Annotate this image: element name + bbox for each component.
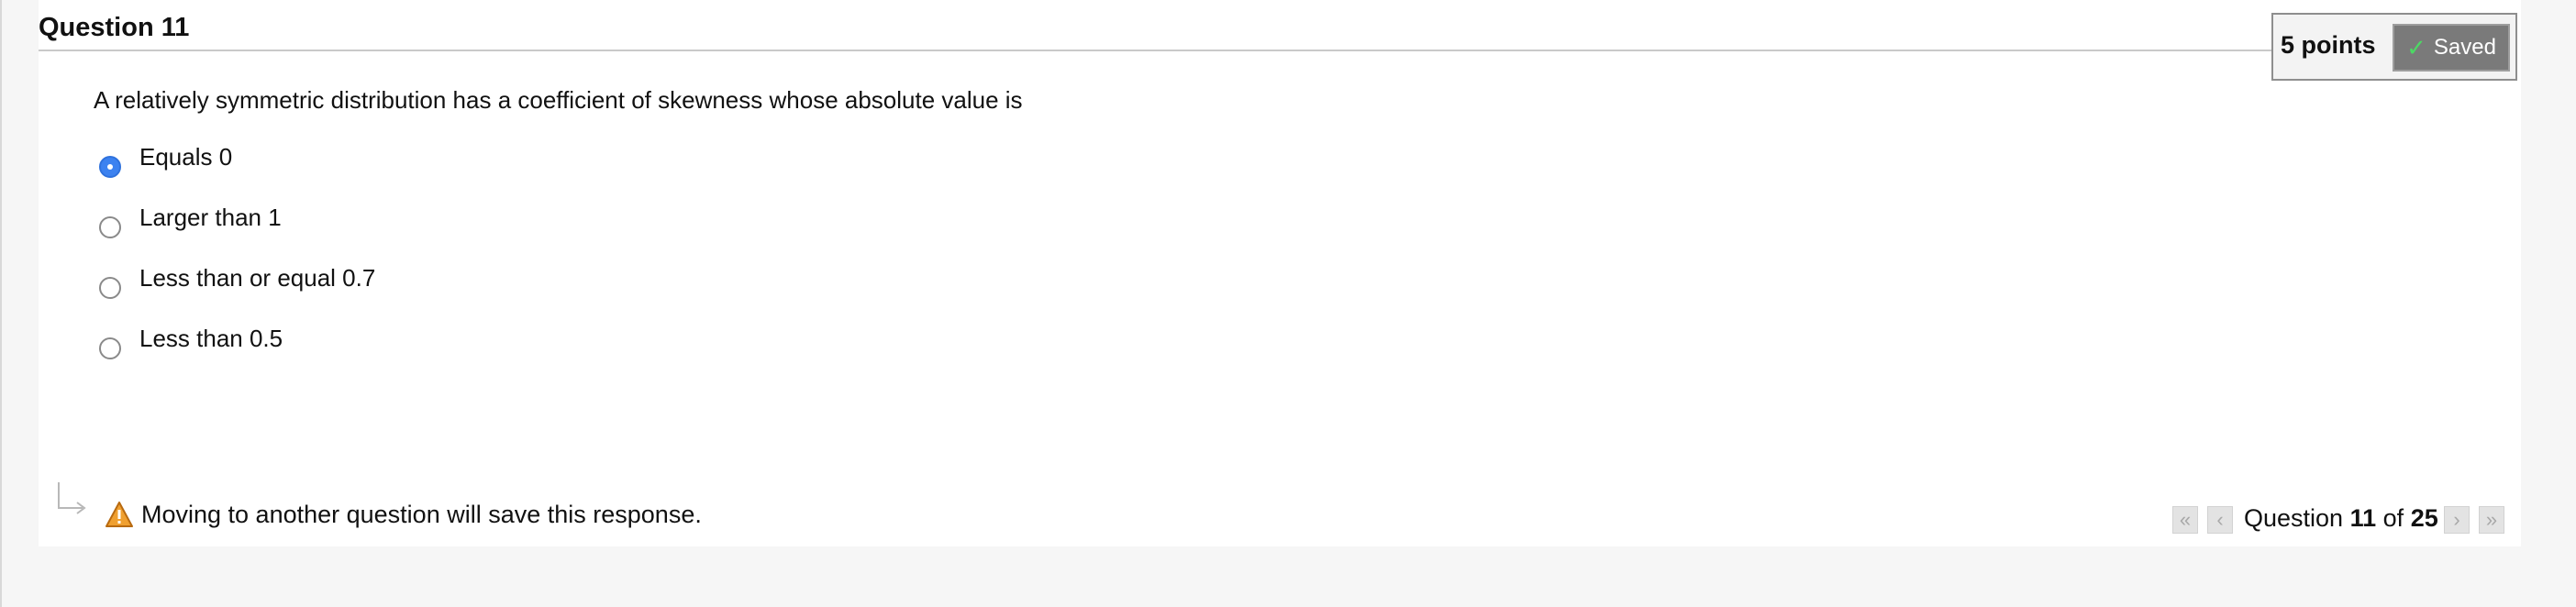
saved-status-text: Saved	[2433, 35, 2496, 60]
answer-choice-2[interactable]: Larger than 1	[99, 204, 282, 238]
question-counter: Question 11 of 25	[2244, 504, 2438, 533]
radio-button[interactable]	[99, 216, 121, 238]
total-questions: 25	[2410, 504, 2438, 532]
radio-button-selected[interactable]	[99, 156, 121, 178]
last-question-button[interactable]: »	[2479, 506, 2504, 534]
points-box: 5 points ✓ Saved	[2271, 13, 2517, 81]
answer-choice-label[interactable]: Less than 0.5	[139, 325, 283, 353]
first-question-button[interactable]: «	[2172, 506, 2198, 534]
answer-choice-3[interactable]: Less than or equal 0.7	[99, 264, 375, 299]
answer-choice-label[interactable]: Equals 0	[139, 143, 232, 171]
radio-button[interactable]	[99, 337, 121, 359]
question-counter-prefix: Question	[2244, 504, 2344, 532]
answer-choice-4[interactable]: Less than 0.5	[99, 325, 283, 359]
answer-choice-label[interactable]: Larger than 1	[139, 204, 282, 232]
warning-icon	[105, 502, 133, 527]
previous-question-button[interactable]: ‹	[2207, 506, 2233, 534]
question-prompt: A relatively symmetric distribution has …	[94, 86, 1023, 114]
question-counter-of: of	[2382, 504, 2404, 532]
current-question-number: 11	[2349, 504, 2377, 532]
title-divider	[39, 50, 2271, 51]
points-label: 5 points	[2281, 31, 2376, 59]
next-question-button[interactable]: ›	[2444, 506, 2470, 534]
question-panel	[39, 0, 2521, 546]
saved-status-badge: ✓ Saved	[2393, 24, 2510, 72]
radio-button[interactable]	[99, 277, 121, 299]
checkmark-icon: ✓	[2406, 34, 2426, 61]
return-arrow-icon	[58, 482, 86, 514]
answer-choice-label[interactable]: Less than or equal 0.7	[139, 264, 375, 292]
save-warning-note: Moving to another question will save thi…	[141, 501, 702, 528]
answer-choice-1[interactable]: Equals 0	[99, 143, 232, 178]
question-title: Question 11	[39, 13, 190, 42]
page-left-border	[0, 0, 2, 607]
